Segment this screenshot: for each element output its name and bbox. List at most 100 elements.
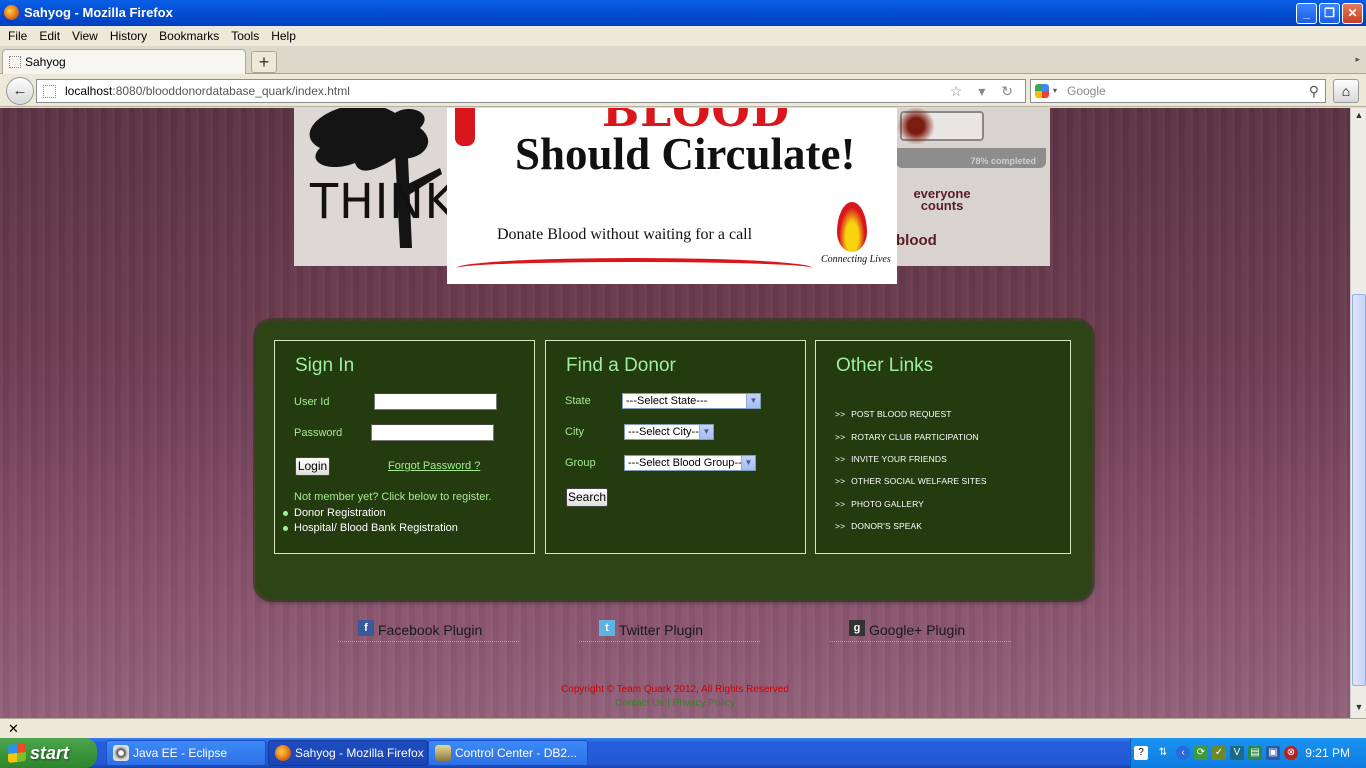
tab-sahyog[interactable]: Sahyog bbox=[2, 49, 246, 74]
close-button[interactable]: ✕ bbox=[1342, 3, 1363, 24]
page-content: THINK 78% completed everyone counts bloo… bbox=[0, 108, 1350, 718]
banner-side-image: 78% completed everyone counts blood bbox=[896, 108, 1050, 266]
search-button[interactable]: Search bbox=[566, 488, 608, 507]
userid-label: User Id bbox=[294, 396, 330, 408]
sign-in-panel: Sign In User Id Password Login Forgot Pa… bbox=[274, 340, 535, 554]
navigation-bar: ← localhost:8080/blooddonordatabase_quar… bbox=[0, 74, 1366, 107]
google-icon[interactable] bbox=[1035, 84, 1049, 98]
taskbar-item-label: Control Center - DB2... bbox=[455, 746, 578, 760]
progress-label: 78% completed bbox=[970, 156, 1036, 166]
close-findbar-icon[interactable]: ✕ bbox=[8, 721, 19, 736]
update-icon[interactable]: ⟳ bbox=[1194, 746, 1208, 760]
minimize-button[interactable]: _ bbox=[1296, 3, 1317, 24]
chevron-down-icon[interactable]: ▼ bbox=[699, 425, 713, 439]
home-button[interactable]: ⌂ bbox=[1333, 79, 1359, 103]
windows-logo-icon bbox=[8, 743, 26, 763]
tab-scroll-icon[interactable]: ▸ bbox=[1355, 54, 1360, 65]
network-icon[interactable]: ⇅ bbox=[1156, 746, 1170, 760]
antivirus-icon[interactable]: ⊗ bbox=[1284, 746, 1298, 760]
link-donors-speak[interactable]: >> DONOR'S SPEAK bbox=[835, 521, 922, 531]
window-titlebar: Sahyog - Mozilla Firefox _ ❐ ✕ bbox=[0, 0, 1366, 26]
banner-headline: Should Circulate! bbox=[515, 129, 856, 179]
start-button[interactable]: start bbox=[0, 738, 97, 768]
twitter-plugin[interactable]: t Twitter Plugin bbox=[579, 618, 760, 642]
group-label: Group bbox=[565, 457, 596, 469]
link-invite-friends[interactable]: >> INVITE YOUR FRIENDS bbox=[835, 454, 947, 464]
login-button[interactable]: Login bbox=[295, 457, 330, 476]
link-other-welfare-sites[interactable]: >> OTHER SOCIAL WELFARE SITES bbox=[835, 476, 987, 486]
help-icon[interactable]: ? bbox=[1134, 746, 1148, 760]
scroll-up-icon[interactable]: ▲ bbox=[1353, 110, 1365, 124]
window-title: Sahyog - Mozilla Firefox bbox=[24, 5, 173, 20]
find-donor-heading: Find a Donor bbox=[566, 355, 676, 376]
clock: 9:21 PM bbox=[1305, 746, 1350, 760]
not-member-text: Not member yet? Click below to register. bbox=[294, 491, 492, 503]
forgot-password-link[interactable]: Forgot Password ? bbox=[388, 460, 480, 472]
blood-group-select[interactable]: ---Select Blood Group--- ▼ bbox=[624, 455, 756, 471]
scroll-down-icon[interactable]: ▼ bbox=[1353, 702, 1365, 716]
taskbar-item-firefox[interactable]: Sahyog - Mozilla Firefox bbox=[268, 740, 428, 766]
link-post-blood-request[interactable]: >> POST BLOOD REQUEST bbox=[835, 409, 952, 419]
menu-help[interactable]: Help bbox=[267, 26, 304, 46]
google-plus-icon: g bbox=[849, 620, 865, 636]
site-identity-icon[interactable] bbox=[43, 85, 56, 98]
taskbar-item-db2[interactable]: Control Center - DB2... bbox=[428, 740, 588, 766]
password-label: Password bbox=[294, 427, 343, 439]
shield-icon[interactable]: ✓ bbox=[1212, 746, 1226, 760]
url-path: :8080/blooddonordatabase_quark/index.htm… bbox=[112, 84, 350, 98]
chevron-down-icon[interactable]: ▼ bbox=[746, 394, 760, 408]
blood-word: blood bbox=[896, 232, 937, 249]
everyone-counts-text: everyone counts bbox=[913, 186, 971, 213]
tab-strip: Sahyog + ▸ bbox=[0, 46, 1366, 74]
vpn-icon[interactable]: V bbox=[1230, 746, 1244, 760]
search-magnifier-icon[interactable]: ⚲ bbox=[1309, 80, 1319, 102]
sign-in-heading: Sign In bbox=[295, 355, 355, 376]
link-photo-gallery[interactable]: >> PHOTO GALLERY bbox=[835, 499, 924, 509]
menu-file[interactable]: File bbox=[4, 26, 35, 46]
page-favicon-icon bbox=[9, 56, 21, 68]
main-banner: BLOOD Should Circulate! Donate Blood wit… bbox=[447, 108, 897, 284]
google-plus-plugin[interactable]: g Google+ Plugin bbox=[830, 618, 1011, 642]
state-select-value: ---Select State--- bbox=[626, 395, 708, 407]
main-panel-container: Sign In User Id Password Login Forgot Pa… bbox=[256, 321, 1092, 599]
link-rotary-club[interactable]: >> ROTARY CLUB PARTICIPATION bbox=[835, 432, 979, 442]
new-tab-button[interactable]: + bbox=[251, 51, 277, 73]
find-donor-panel: Find a Donor State ---Select State--- ▼ … bbox=[545, 340, 806, 554]
chevron-down-icon[interactable]: ▼ bbox=[741, 456, 755, 470]
taskbar-item-eclipse[interactable]: Java EE - Eclipse bbox=[106, 740, 266, 766]
menu-view[interactable]: View bbox=[68, 26, 106, 46]
userid-input[interactable] bbox=[374, 393, 497, 410]
donor-registration-link[interactable]: Donor Registration bbox=[283, 507, 386, 519]
blood-drop-logo-icon bbox=[837, 202, 867, 252]
hospital-registration-link[interactable]: Hospital/ Blood Bank Registration bbox=[283, 522, 458, 534]
url-bar[interactable]: localhost:8080/blooddonordatabase_quark/… bbox=[36, 79, 1026, 103]
vertical-scrollbar[interactable]: ▲ ▼ bbox=[1350, 108, 1366, 718]
password-input[interactable] bbox=[371, 424, 494, 441]
taskbar-item-label: Java EE - Eclipse bbox=[133, 746, 228, 760]
maximize-button[interactable]: ❐ bbox=[1319, 3, 1340, 24]
footer-links[interactable]: Contact Us | Privacy Policy bbox=[0, 698, 1350, 709]
menu-edit[interactable]: Edit bbox=[35, 26, 68, 46]
monitor-icon[interactable]: ▣ bbox=[1266, 746, 1280, 760]
menu-bookmarks[interactable]: Bookmarks bbox=[155, 26, 227, 46]
bookmark-star-icon[interactable]: ☆ ▾ ↻ bbox=[950, 80, 1019, 102]
menu-tools[interactable]: Tools bbox=[227, 26, 267, 46]
city-select[interactable]: ---Select City--- ▼ bbox=[624, 424, 714, 440]
scrollbar-thumb[interactable] bbox=[1352, 294, 1366, 686]
state-select[interactable]: ---Select State--- ▼ bbox=[622, 393, 761, 409]
red-swoosh bbox=[457, 258, 812, 268]
facebook-plugin[interactable]: f Facebook Plugin bbox=[338, 618, 519, 642]
facebook-icon: f bbox=[358, 620, 374, 636]
db-icon[interactable]: ▤ bbox=[1248, 746, 1262, 760]
search-bar[interactable]: ▾ Google ⚲ bbox=[1030, 79, 1326, 103]
status-bar: ✕ bbox=[0, 718, 1366, 738]
menu-bar: File Edit View History Bookmarks Tools H… bbox=[0, 26, 1366, 46]
search-engine-dropdown-icon[interactable]: ▾ bbox=[1053, 80, 1057, 102]
city-label: City bbox=[565, 426, 584, 438]
back-button[interactable]: ← bbox=[6, 77, 34, 105]
menu-history[interactable]: History bbox=[106, 26, 155, 46]
back-arrow-icon[interactable]: ‹ bbox=[1176, 746, 1190, 760]
other-links-panel: Other Links >> POST BLOOD REQUEST >> ROTAR… bbox=[815, 340, 1071, 554]
twitter-plugin-label: Twitter Plugin bbox=[619, 622, 704, 638]
search-placeholder: Google bbox=[1067, 84, 1106, 98]
